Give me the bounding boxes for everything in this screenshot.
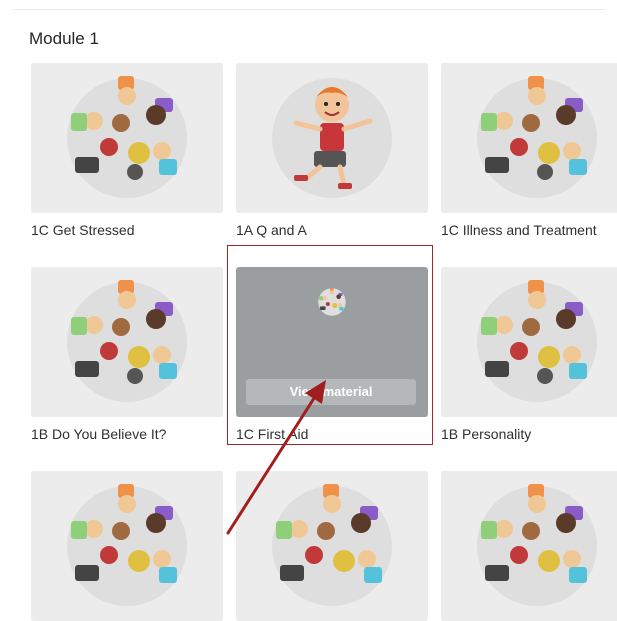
material-label[interactable]: 1B Personality: [441, 426, 617, 442]
kids-circle-icon: [67, 76, 187, 198]
boy-character-icon: [272, 78, 392, 198]
material-thumbnail[interactable]: [236, 63, 428, 213]
kids-circle-icon: [477, 76, 597, 198]
material-label[interactable]: 1A Q and A: [236, 222, 436, 238]
material-thumbnail[interactable]: [236, 471, 428, 621]
kids-circle-icon: [67, 280, 187, 402]
highlight-box: [227, 245, 433, 445]
material-thumbnail[interactable]: [31, 267, 223, 417]
module-title: Module 1: [29, 29, 99, 48]
material-thumbnail[interactable]: [441, 471, 617, 621]
material-thumbnail[interactable]: [441, 63, 617, 213]
material-label[interactable]: 1C Illness and Treatment: [441, 222, 617, 238]
material-thumbnail[interactable]: [31, 471, 223, 621]
material-thumbnail[interactable]: [441, 267, 617, 417]
kids-circle-icon: [272, 484, 392, 606]
kids-circle-icon: [477, 280, 597, 402]
material-thumbnail[interactable]: [31, 63, 223, 213]
top-divider: [12, 9, 605, 10]
material-label[interactable]: 1B Do You Believe It?: [31, 426, 231, 442]
kids-circle-icon: [477, 484, 597, 606]
material-label[interactable]: 1C Get Stressed: [31, 222, 231, 238]
kids-circle-icon: [67, 484, 187, 606]
